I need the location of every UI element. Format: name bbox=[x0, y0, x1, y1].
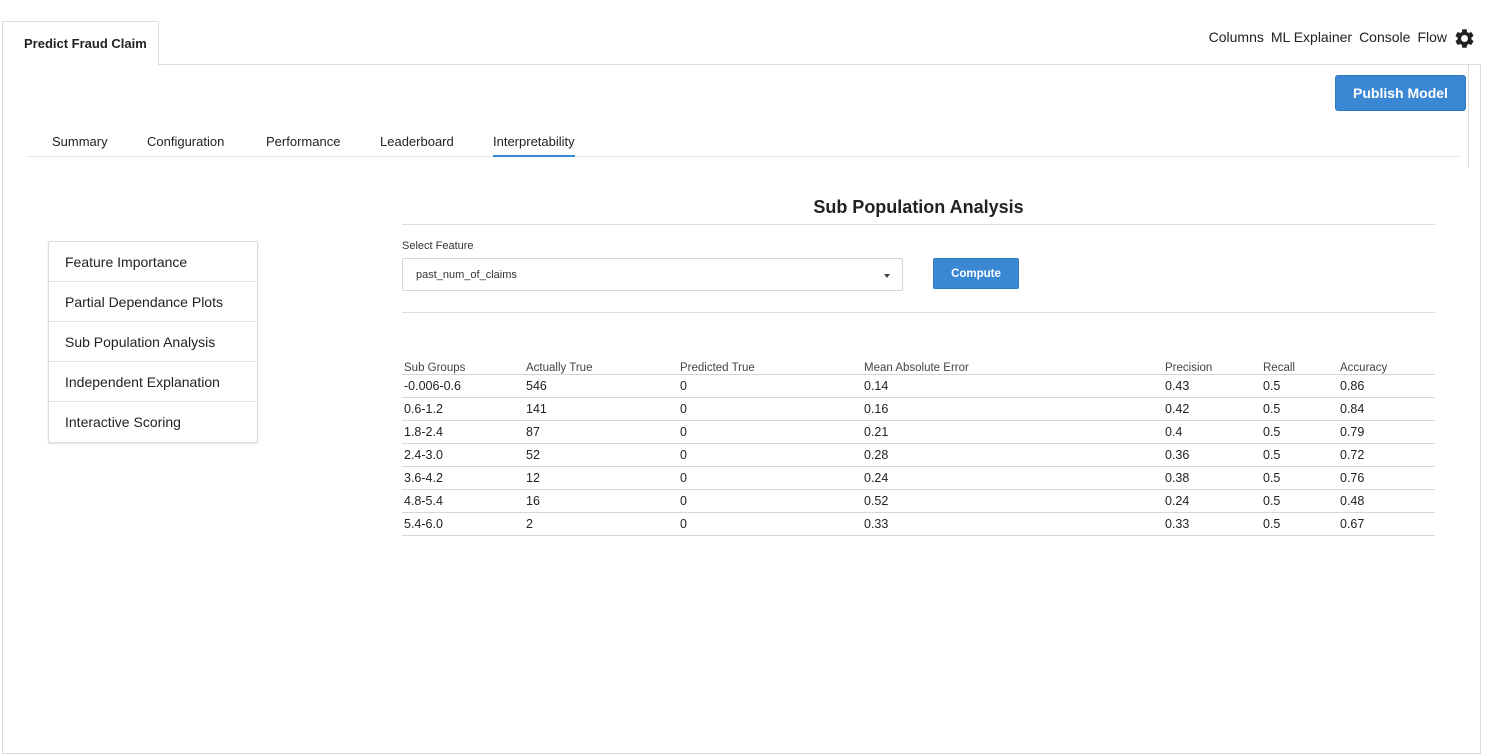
sidebar-item-sub-population-analysis[interactable]: Sub Population Analysis bbox=[49, 322, 257, 362]
sidebar-item-feature-importance[interactable]: Feature Importance bbox=[49, 242, 257, 282]
nav-console[interactable]: Console bbox=[1359, 29, 1410, 45]
table-cell: 0.43 bbox=[1163, 374, 1261, 398]
table-cell: 0.79 bbox=[1338, 420, 1435, 444]
publish-model-label: Publish Model bbox=[1353, 85, 1448, 101]
header-sub-groups: Sub Groups bbox=[402, 352, 524, 375]
table-cell: 2.4-3.0 bbox=[402, 443, 524, 467]
table-cell: 0 bbox=[678, 512, 862, 536]
table-cell: 0.5 bbox=[1261, 466, 1338, 490]
section-divider bbox=[402, 312, 1435, 313]
table-cell: 2 bbox=[524, 512, 678, 536]
header-accuracy: Accuracy bbox=[1338, 352, 1435, 375]
interpretability-side-menu: Feature Importance Partial Dependance Pl… bbox=[48, 241, 258, 443]
tab-leaderboard[interactable]: Leaderboard bbox=[380, 134, 454, 157]
table-cell: 0.52 bbox=[862, 489, 1163, 513]
publish-model-button[interactable]: Publish Model bbox=[1335, 75, 1466, 111]
table-cell: 0.33 bbox=[1163, 512, 1261, 536]
table-cell: 0.24 bbox=[1163, 489, 1261, 513]
compute-label: Compute bbox=[951, 267, 1001, 280]
table-cell: 0.6-1.2 bbox=[402, 397, 524, 421]
tab-configuration[interactable]: Configuration bbox=[147, 134, 224, 157]
table-cell: 0.67 bbox=[1338, 512, 1435, 536]
header-recall: Recall bbox=[1261, 352, 1338, 375]
compute-button[interactable]: Compute bbox=[933, 258, 1019, 289]
table-cell: 0.38 bbox=[1163, 466, 1261, 490]
page-title: Sub Population Analysis bbox=[402, 197, 1435, 225]
table-cell: 12 bbox=[524, 466, 678, 490]
table-cell: 0.4 bbox=[1163, 420, 1261, 444]
table-cell: 3.6-4.2 bbox=[402, 466, 524, 490]
table-row: 0.6-1.2 141 0 0.16 0.42 0.5 0.84 bbox=[402, 397, 1435, 421]
table-cell: 0.36 bbox=[1163, 443, 1261, 467]
selected-feature-value: past_num_of_claims bbox=[416, 268, 517, 281]
table-cell: 0 bbox=[678, 397, 862, 421]
nav-columns[interactable]: Columns bbox=[1209, 29, 1264, 45]
table-row: 3.6-4.2 12 0 0.24 0.38 0.5 0.76 bbox=[402, 466, 1435, 490]
table-cell: 141 bbox=[524, 397, 678, 421]
table-row: 1.8-2.4 87 0 0.21 0.4 0.5 0.79 bbox=[402, 420, 1435, 444]
header-precision: Precision bbox=[1163, 352, 1261, 375]
table-cell: 0 bbox=[678, 420, 862, 444]
table-cell: 0.5 bbox=[1261, 512, 1338, 536]
table-cell: 16 bbox=[524, 489, 678, 513]
table-cell: 0.72 bbox=[1338, 443, 1435, 467]
table-cell: -0.006-0.6 bbox=[402, 374, 524, 398]
table-cell: 0.24 bbox=[862, 466, 1163, 490]
table-cell: 0.16 bbox=[862, 397, 1163, 421]
table-cell: 0.48 bbox=[1338, 489, 1435, 513]
table-cell: 0.5 bbox=[1261, 420, 1338, 444]
table-cell: 0 bbox=[678, 374, 862, 398]
table-cell: 0.14 bbox=[862, 374, 1163, 398]
panel-divider bbox=[1468, 64, 1469, 168]
sub-population-table: Sub Groups Actually True Predicted True … bbox=[402, 352, 1435, 536]
sidebar-item-independent-explanation[interactable]: Independent Explanation bbox=[49, 362, 257, 402]
caret-down-icon bbox=[884, 274, 890, 278]
table-cell: 0.84 bbox=[1338, 397, 1435, 421]
table-cell: 0.33 bbox=[862, 512, 1163, 536]
sidebar-item-partial-dependance-plots[interactable]: Partial Dependance Plots bbox=[49, 282, 257, 322]
gear-icon[interactable] bbox=[1453, 27, 1476, 50]
sidebar-item-interactive-scoring[interactable]: Interactive Scoring bbox=[49, 402, 257, 442]
table-cell: 546 bbox=[524, 374, 678, 398]
table-cell: 52 bbox=[524, 443, 678, 467]
table-cell: 0 bbox=[678, 466, 862, 490]
table-row: 2.4-3.0 52 0 0.28 0.36 0.5 0.72 bbox=[402, 443, 1435, 467]
table-cell: 0.21 bbox=[862, 420, 1163, 444]
table-header-row: Sub Groups Actually True Predicted True … bbox=[402, 352, 1435, 375]
table-cell: 0.76 bbox=[1338, 466, 1435, 490]
header-predicted-true: Predicted True bbox=[678, 352, 862, 375]
header-actually-true: Actually True bbox=[524, 352, 678, 375]
table-cell: 87 bbox=[524, 420, 678, 444]
document-tab-label: Predict Fraud Claim bbox=[24, 36, 147, 51]
table-cell: 5.4-6.0 bbox=[402, 512, 524, 536]
header-mean-absolute-error: Mean Absolute Error bbox=[862, 352, 1163, 375]
tab-interpretability[interactable]: Interpretability bbox=[493, 134, 575, 157]
table-cell: 4.8-5.4 bbox=[402, 489, 524, 513]
table-cell: 0.42 bbox=[1163, 397, 1261, 421]
table-cell: 0.86 bbox=[1338, 374, 1435, 398]
table-cell: 0.5 bbox=[1261, 489, 1338, 513]
nav-flow[interactable]: Flow bbox=[1417, 29, 1447, 45]
table-row: 5.4-6.0 2 0 0.33 0.33 0.5 0.67 bbox=[402, 512, 1435, 536]
table-cell: 1.8-2.4 bbox=[402, 420, 524, 444]
top-nav: Columns ML Explainer Console Flow bbox=[1209, 29, 1447, 45]
sub-tab-bar: Summary Configuration Performance Leader… bbox=[27, 130, 1459, 157]
table-row: -0.006-0.6 546 0 0.14 0.43 0.5 0.86 bbox=[402, 374, 1435, 398]
table-cell: 0 bbox=[678, 443, 862, 467]
table-cell: 0.28 bbox=[862, 443, 1163, 467]
document-tab[interactable]: Predict Fraud Claim bbox=[2, 21, 159, 65]
table-cell: 0 bbox=[678, 489, 862, 513]
select-feature-label: Select Feature bbox=[402, 240, 474, 252]
table-cell: 0.5 bbox=[1261, 397, 1338, 421]
nav-ml-explainer[interactable]: ML Explainer bbox=[1271, 29, 1352, 45]
tab-performance[interactable]: Performance bbox=[266, 134, 340, 157]
table-cell: 0.5 bbox=[1261, 374, 1338, 398]
table-row: 4.8-5.4 16 0 0.52 0.24 0.5 0.48 bbox=[402, 489, 1435, 513]
table-cell: 0.5 bbox=[1261, 443, 1338, 467]
feature-select[interactable]: past_num_of_claims bbox=[402, 258, 903, 291]
tab-summary[interactable]: Summary bbox=[52, 134, 108, 157]
